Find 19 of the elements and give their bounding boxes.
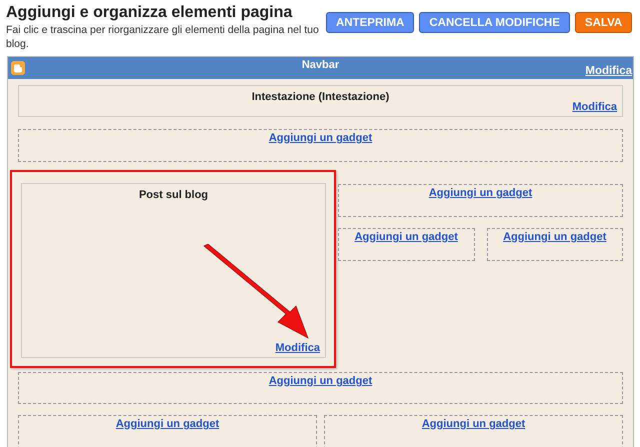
add-gadget-link[interactable]: Aggiungi un gadget	[354, 231, 458, 243]
add-gadget-link[interactable]: Aggiungi un gadget	[422, 418, 526, 430]
action-button[interactable]: ANTEPRIMA	[326, 12, 414, 33]
page-title: Aggiungi e organizza elementi pagina	[6, 4, 294, 22]
edit-link[interactable]: Modifica	[585, 65, 632, 77]
edit-link[interactable]: Modifica	[275, 342, 320, 354]
action-button[interactable]: CANCELLA MODIFICHE	[419, 12, 570, 33]
add-gadget-link[interactable]: Aggiungi un gadget	[116, 418, 220, 430]
navbar-title: Navbar	[302, 59, 340, 73]
add-gadget-link[interactable]: Aggiungi un gadget	[268, 375, 372, 387]
widget-title: Post sul blog	[138, 189, 208, 201]
add-gadget-link[interactable]: Aggiungi un gadget	[428, 187, 532, 199]
edit-link[interactable]: Modifica	[572, 101, 617, 113]
add-gadget-link[interactable]: Aggiungi un gadget	[503, 231, 606, 243]
widget-title: Intestazione (Intestazione)	[252, 91, 390, 103]
save-button[interactable]: SALVA	[574, 12, 632, 33]
add-gadget-link[interactable]: Aggiungi un gadget	[268, 132, 372, 144]
blogger-icon	[11, 61, 25, 75]
page-description: Fai clic e trascina per riorganizzare gli elementi della pagina nel tuo blog.	[6, 23, 320, 51]
